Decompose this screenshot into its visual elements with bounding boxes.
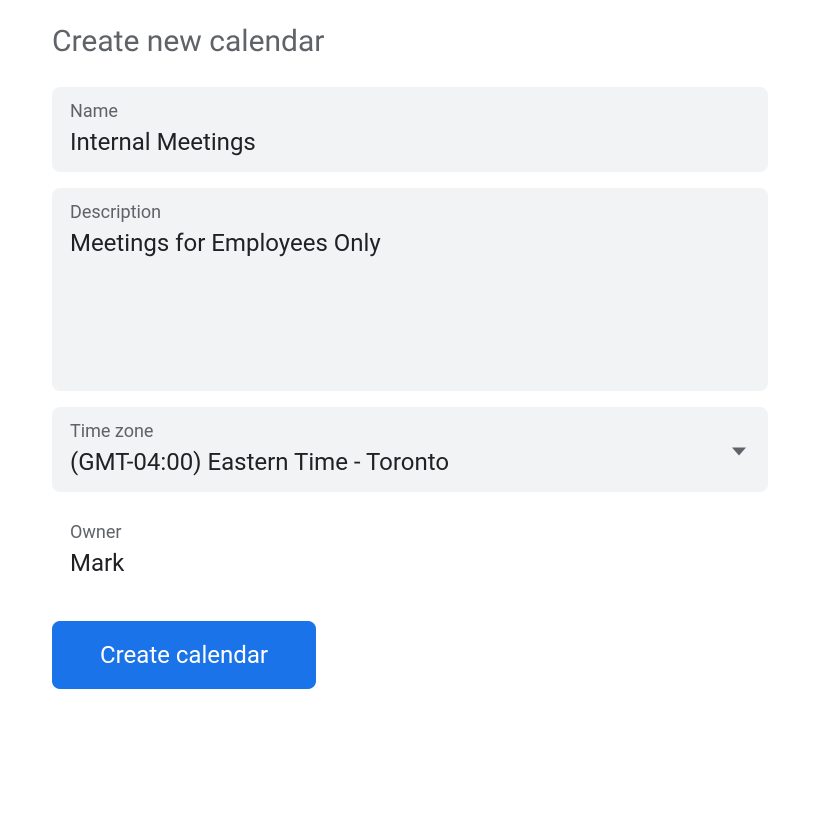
timezone-label: Time zone (70, 421, 750, 442)
timezone-select[interactable]: (GMT-04:00) Eastern Time - Toronto (70, 448, 750, 476)
timezone-field-group[interactable]: Time zone (GMT-04:00) Eastern Time - Tor… (52, 407, 768, 492)
owner-value: Mark (70, 549, 750, 577)
name-label: Name (70, 101, 750, 122)
name-field-group[interactable]: Name (52, 87, 768, 172)
owner-label: Owner (70, 522, 750, 543)
description-label: Description (70, 202, 750, 223)
description-field-group[interactable]: Description (52, 188, 768, 391)
owner-field-group: Owner Mark (52, 508, 768, 593)
page-title: Create new calendar (52, 24, 768, 59)
description-input[interactable] (70, 229, 750, 257)
create-calendar-button[interactable]: Create calendar (52, 621, 316, 689)
name-input[interactable] (70, 128, 750, 156)
chevron-down-icon (732, 440, 746, 459)
